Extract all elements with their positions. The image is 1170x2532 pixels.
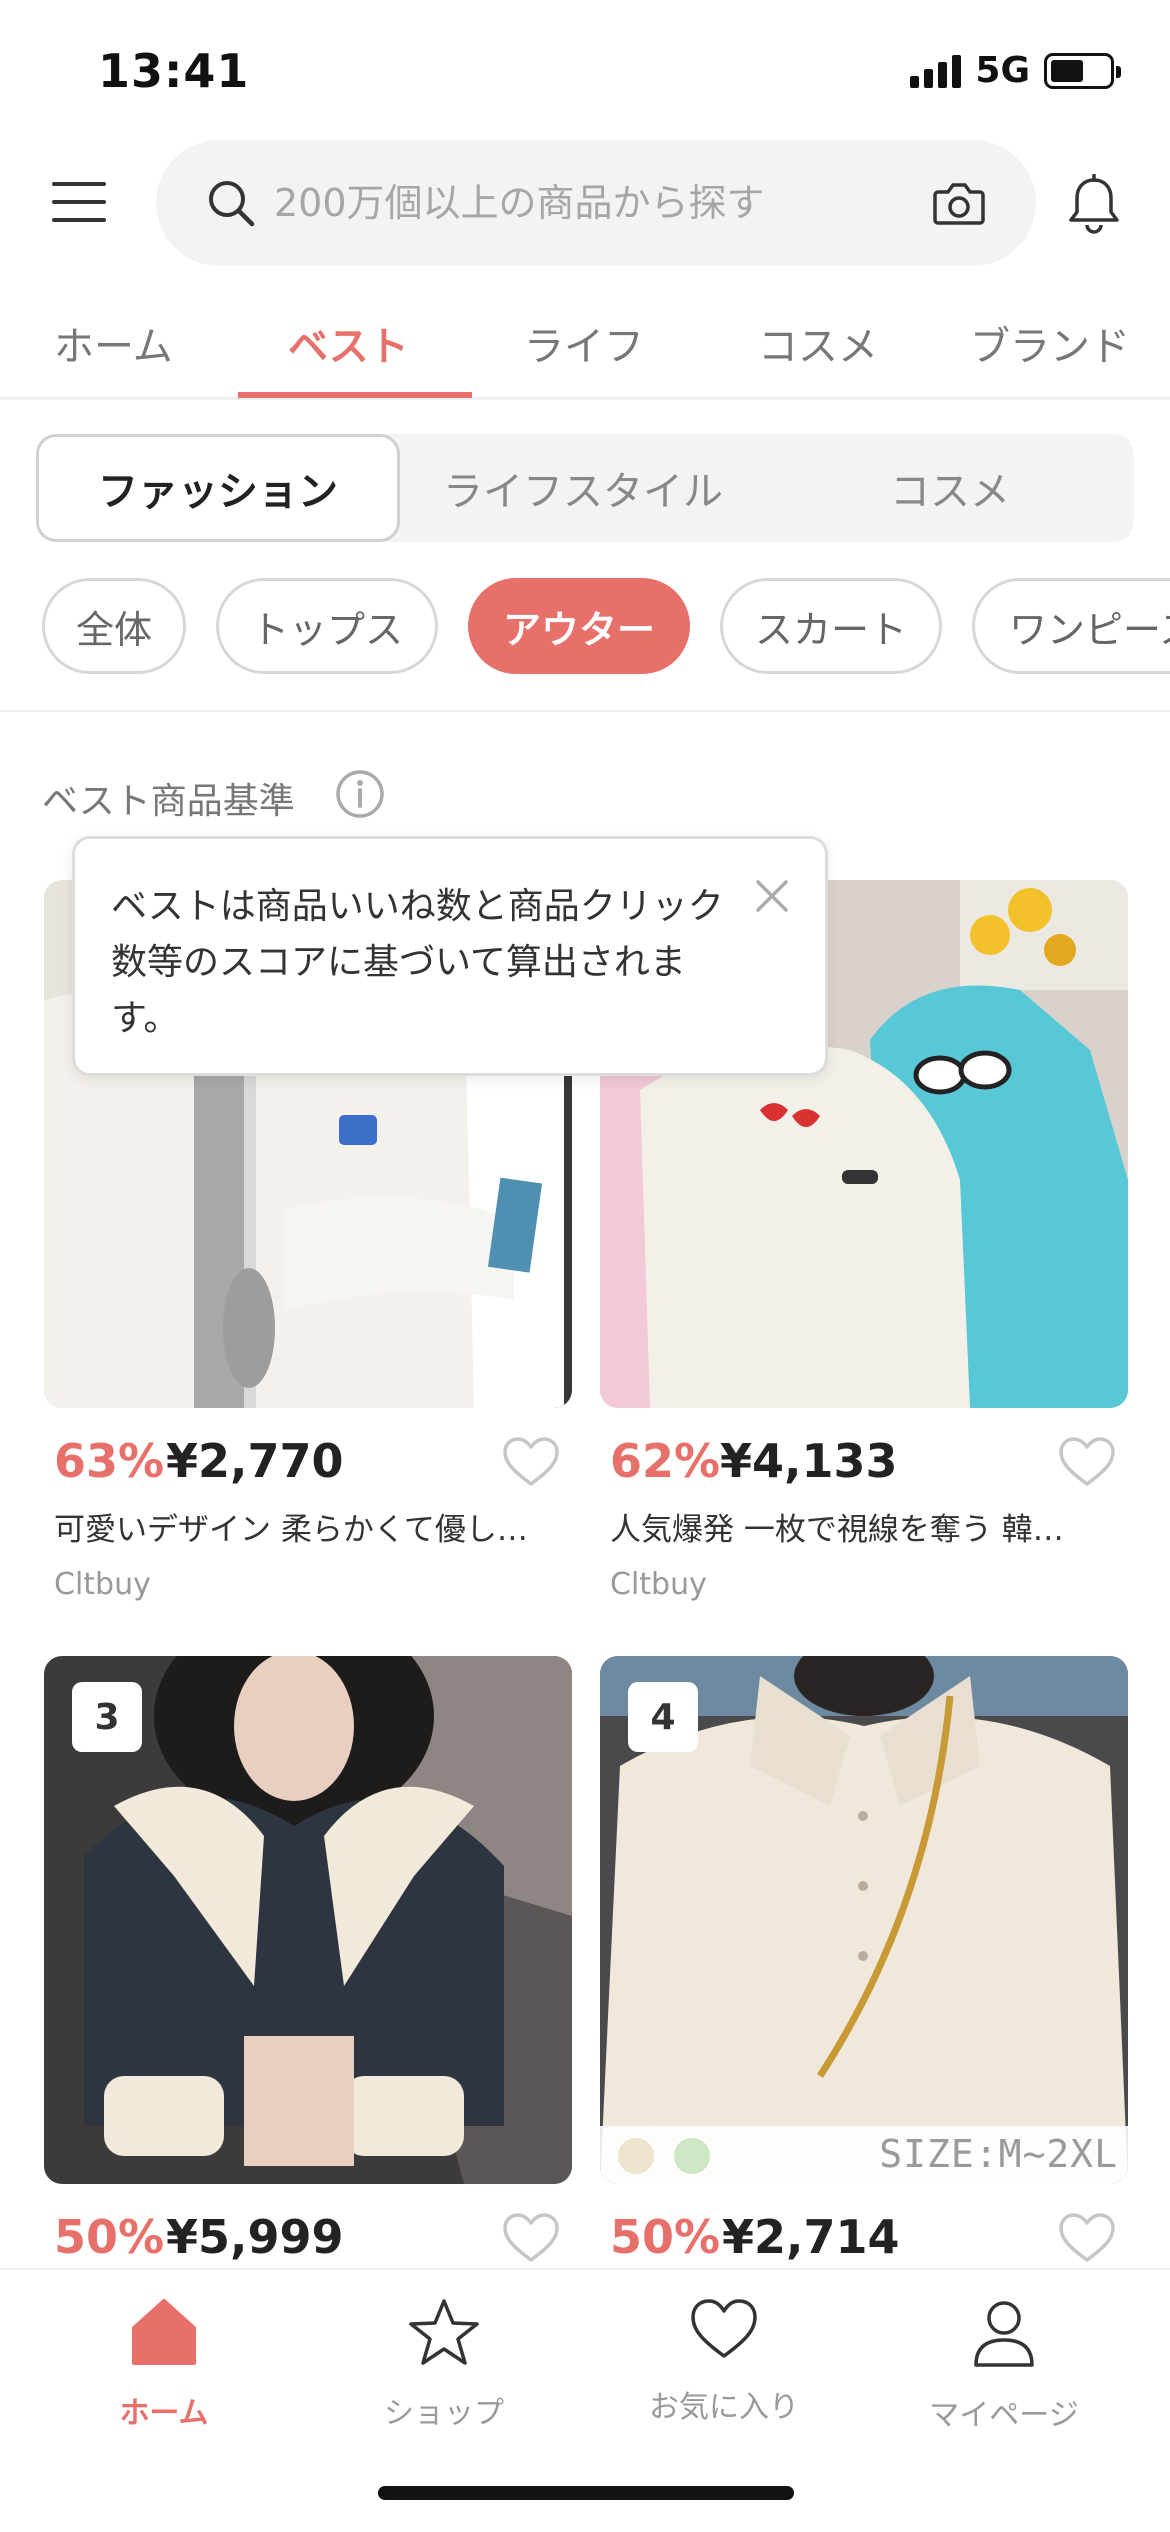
- heart-icon[interactable]: [502, 2212, 560, 2264]
- info-icon[interactable]: [334, 768, 386, 820]
- chip-onepiece[interactable]: ワンピース: [972, 578, 1170, 674]
- color-swatch: [618, 2138, 654, 2174]
- product-title: 人気爆発 一枚で視線を奪う 韓…: [610, 1512, 1064, 1548]
- segment-cosme[interactable]: コスメ: [766, 434, 1134, 542]
- best-criteria-label: ベスト商品基準: [42, 781, 295, 822]
- best-criteria-tooltip: ベストは商品いいね数と商品クリック数等のスコアに基づいて算出されます。: [72, 836, 828, 1076]
- star-icon: [409, 2299, 479, 2365]
- home-indicator: [378, 2486, 794, 2500]
- heart-icon[interactable]: [1058, 2212, 1116, 2264]
- product-price: ¥5,999: [166, 2210, 344, 2264]
- network-label: 5G: [975, 50, 1030, 91]
- heart-icon[interactable]: [502, 1436, 560, 1488]
- status-bar: 13:41 5G: [0, 0, 1170, 140]
- active-tab-indicator: [238, 392, 472, 398]
- nav-label: ショップ: [384, 2396, 504, 2431]
- section-divider: [0, 710, 1170, 712]
- bell-icon[interactable]: [1066, 174, 1122, 236]
- color-size-strip: SIZE:M~2XL: [600, 2126, 1128, 2184]
- chip-skirt[interactable]: スカート: [720, 578, 942, 674]
- product-title: 可愛いデザイン 柔らかくて優し…: [54, 1512, 528, 1548]
- product-price: ¥2,714: [722, 2210, 900, 2264]
- segment-fashion[interactable]: ファッション: [36, 434, 400, 542]
- tab-best[interactable]: ベスト: [288, 314, 409, 372]
- nav-shop[interactable]: ショップ: [334, 2298, 554, 2432]
- tab-cosme[interactable]: コスメ: [758, 314, 878, 372]
- status-indicators: 5G: [910, 50, 1121, 91]
- chip-tops[interactable]: トップス: [216, 578, 438, 674]
- nav-label: ホーム: [119, 2396, 209, 2431]
- product-price: ¥4,133: [720, 1434, 898, 1488]
- discount-rate: 63%: [54, 1434, 165, 1488]
- chip-all[interactable]: 全体: [42, 578, 186, 674]
- product-card[interactable]: 4 SIZE:M~2XL 50% ¥2,714: [600, 1656, 1128, 2280]
- status-time: 13:41: [98, 44, 250, 98]
- rank-badge: 3: [72, 1682, 142, 1752]
- nav-label: お気に入り: [649, 2390, 799, 2425]
- heart-icon: [691, 2299, 757, 2358]
- tooltip-text: ベストは商品いいね数と商品クリック数等のスコアに基づいて算出されます。: [111, 886, 724, 1039]
- tab-life[interactable]: ライフ: [524, 314, 644, 372]
- heart-icon[interactable]: [1058, 1436, 1116, 1488]
- tab-home[interactable]: ホーム: [54, 314, 173, 372]
- nav-favorites[interactable]: お気に入り: [614, 2298, 834, 2426]
- search-icon: [209, 181, 255, 227]
- product-image[interactable]: 4 SIZE:M~2XL: [600, 1656, 1128, 2184]
- search-bar[interactable]: [156, 140, 1036, 266]
- close-icon[interactable]: [755, 879, 789, 913]
- product-image[interactable]: 3: [44, 1656, 572, 2184]
- size-label: SIZE:M~2XL: [879, 2132, 1118, 2176]
- main-tabs: ホーム ベスト ライフ コスメ ブランド: [0, 300, 1170, 400]
- home-icon: [132, 2299, 196, 2365]
- discount-rate: 50%: [610, 2210, 721, 2264]
- segment-lifestyle[interactable]: ライフスタイル: [400, 434, 766, 542]
- category-segmented-control: ファッション ライフスタイル コスメ: [36, 434, 1134, 542]
- camera-icon[interactable]: [932, 178, 986, 228]
- chip-outer[interactable]: アウター: [468, 578, 690, 674]
- discount-rate: 50%: [54, 2210, 165, 2264]
- person-icon: [974, 2301, 1034, 2367]
- menu-icon[interactable]: [52, 182, 106, 222]
- discount-rate: 62%: [610, 1434, 721, 1488]
- nav-mypage[interactable]: マイページ: [894, 2298, 1114, 2434]
- color-swatch: [674, 2138, 710, 2174]
- rank-badge: 4: [628, 1682, 698, 1752]
- shop-name: Cltbuy: [54, 1567, 151, 1602]
- tab-brand[interactable]: ブランド: [970, 314, 1130, 372]
- shop-name: Cltbuy: [610, 1567, 707, 1602]
- signal-icon: [910, 54, 962, 88]
- nav-label: マイページ: [929, 2398, 1079, 2433]
- battery-icon: [1044, 52, 1121, 89]
- nav-home[interactable]: ホーム: [54, 2298, 274, 2432]
- product-price: ¥2,770: [166, 1434, 344, 1488]
- product-card[interactable]: 3 50% ¥5,999: [44, 1656, 572, 2280]
- search-input[interactable]: [274, 170, 914, 236]
